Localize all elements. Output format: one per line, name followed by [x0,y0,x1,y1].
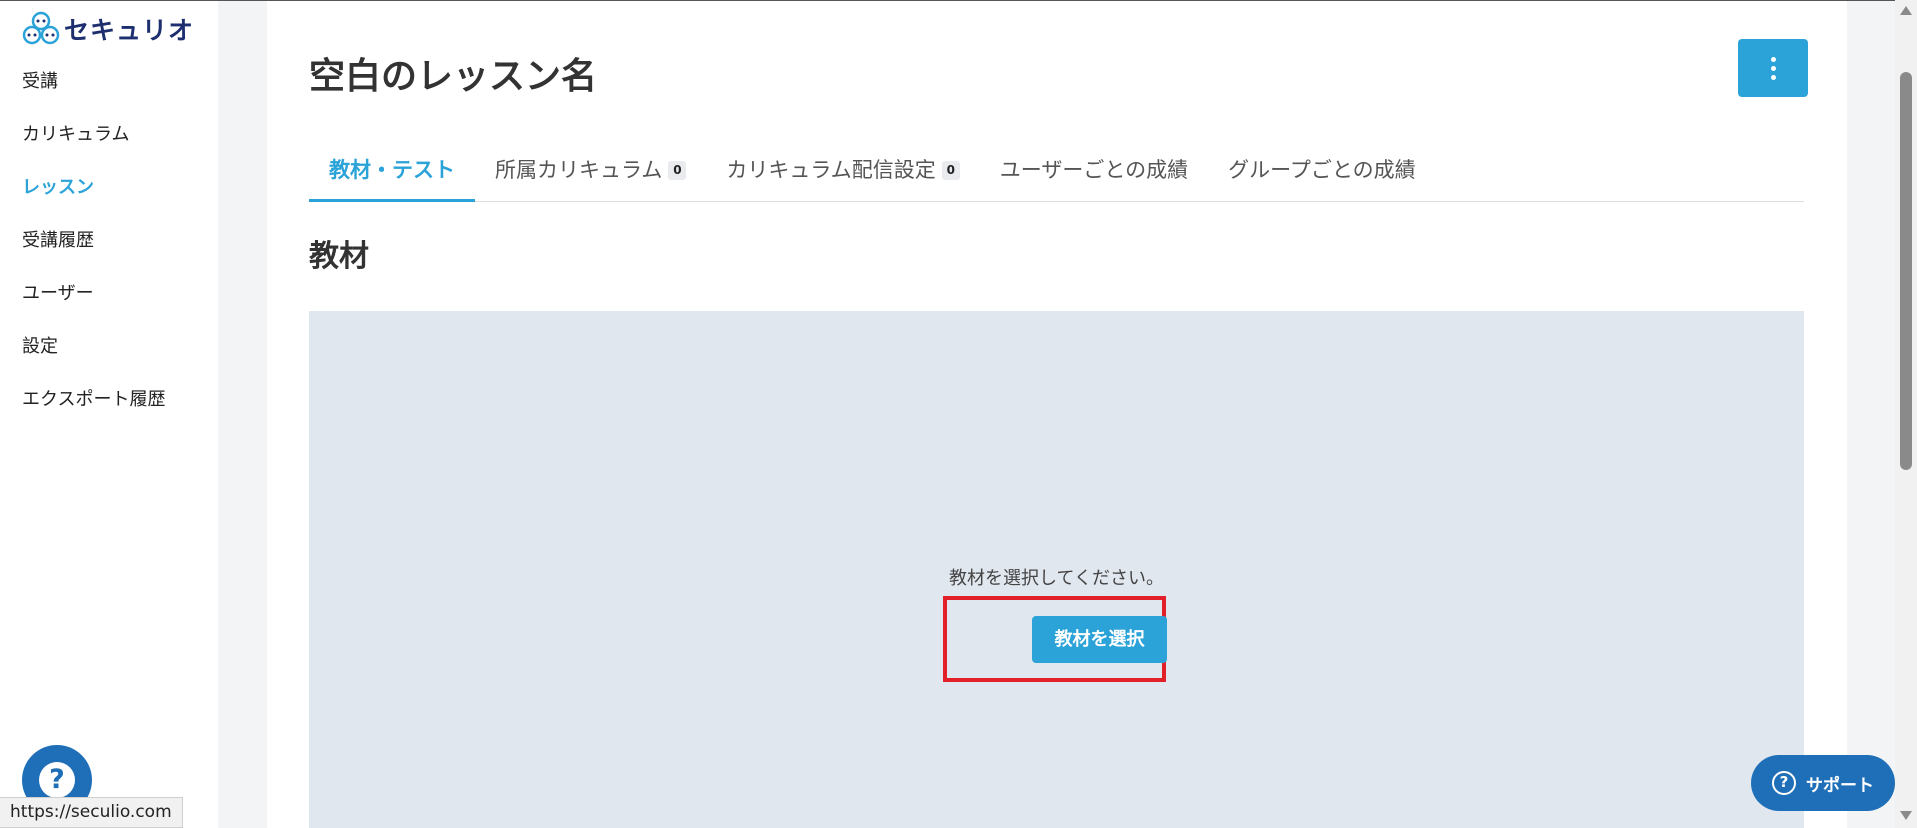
tab-label: グループごとの成績 [1228,158,1416,182]
question-circle-icon: ? [1772,771,1796,795]
tab-label: 所属カリキュラム [495,158,663,182]
tab-bar: 教材・テスト 所属カリキュラム 0 カリキュラム配信設定 0 ユーザーごとの成績… [309,146,1804,202]
main-card: 空白のレッスン名 教材・テスト 所属カリキュラム 0 カリキュラム配信設定 0 … [267,1,1847,828]
scroll-down-arrow-icon[interactable] [1900,811,1912,820]
page-title: 空白のレッスン名 [309,56,598,97]
tab-group-scores[interactable]: グループごとの成績 [1208,146,1436,202]
scrollbar-thumb[interactable] [1900,72,1912,470]
scroll-up-arrow-icon[interactable] [1900,6,1912,15]
seculio-logo-icon [22,11,60,45]
sidebar-item-curriculum[interactable]: カリキュラム [22,116,165,169]
section-title: 教材 [309,239,369,274]
tab-curriculums[interactable]: 所属カリキュラム 0 [475,146,706,202]
sidebar-item-history[interactable]: 受講履歴 [22,222,165,275]
select-material-button[interactable]: 教材を選択 [1032,616,1167,663]
count-badge: 0 [668,161,687,180]
more-vertical-icon [1770,56,1776,62]
brand-name: セキュリオ [64,16,195,45]
sidebar-item-users[interactable]: ユーザー [22,275,165,328]
empty-message: 教材を選択してください。 [949,568,1164,589]
sidebar-item-export-history[interactable]: エクスポート履歴 [22,381,165,434]
status-url: https://seculio.com [0,797,183,828]
question-circle-icon: ? [39,762,75,798]
support-label: サポート [1806,775,1874,796]
material-empty-state: 教材を選択してください。 教材を選択 [309,311,1804,828]
more-menu-button[interactable] [1738,39,1808,97]
tab-curriculum-delivery[interactable]: カリキュラム配信設定 0 [706,146,979,202]
brand-logo[interactable]: セキュリオ [22,11,194,47]
vertical-scrollbar[interactable] [1895,0,1917,828]
sidebar: セキュリオ 受講 カリキュラム レッスン 受講履歴 ユーザー 設定 エクスポート… [0,1,218,828]
tab-materials-tests[interactable]: 教材・テスト [309,146,475,202]
count-badge: 0 [941,161,960,180]
tab-label: カリキュラム配信設定 [726,158,936,182]
support-button[interactable]: ? サポート [1751,755,1895,811]
sidebar-item-attend[interactable]: 受講 [22,63,165,116]
sidebar-nav: 受講 カリキュラム レッスン 受講履歴 ユーザー 設定 エクスポート履歴 [22,63,165,434]
sidebar-item-settings[interactable]: 設定 [22,328,165,381]
tab-label: ユーザーごとの成績 [999,158,1189,182]
sidebar-item-lesson[interactable]: レッスン [22,169,165,222]
tab-user-scores[interactable]: ユーザーごとの成績 [980,146,1208,202]
tab-label: 教材・テスト [329,158,455,182]
